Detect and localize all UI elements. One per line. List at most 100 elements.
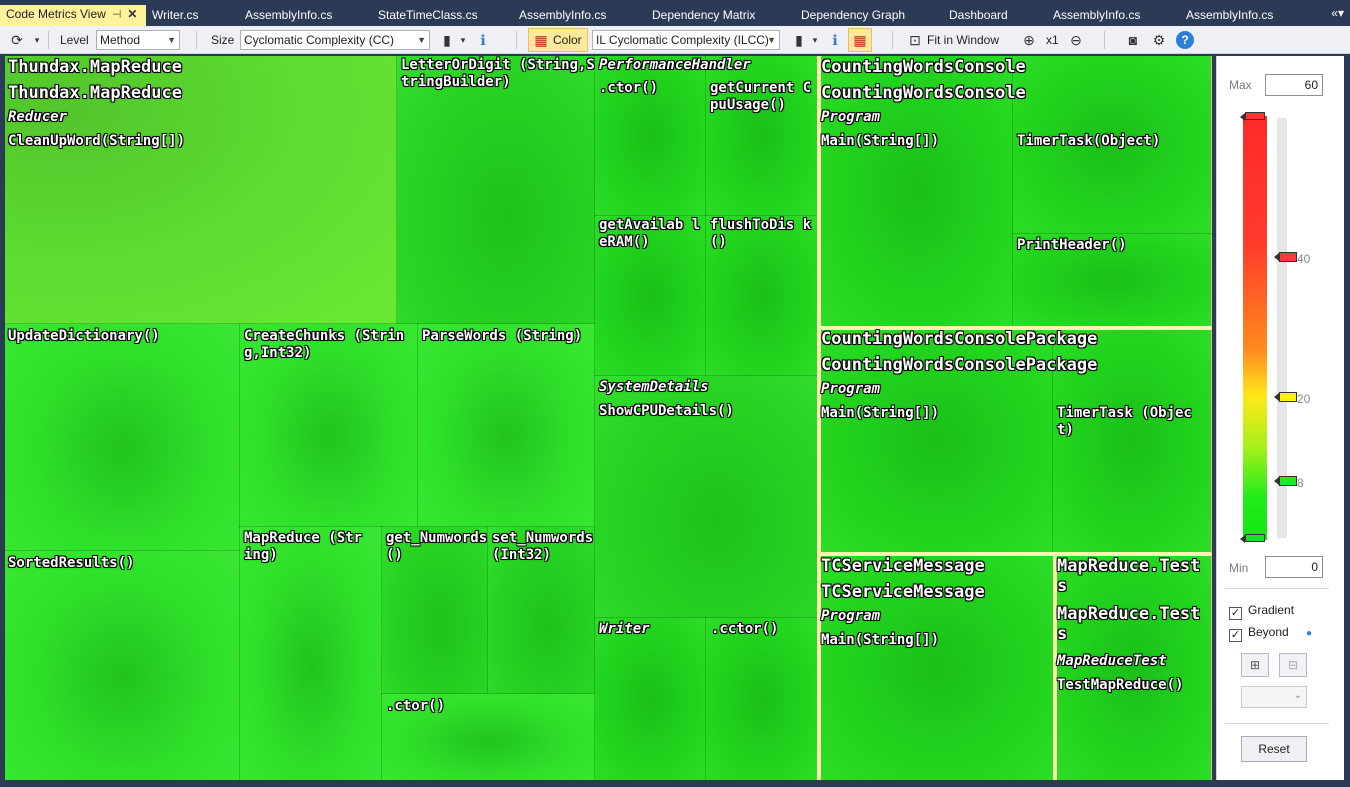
pin-icon[interactable]: ⊣: [112, 6, 122, 25]
tab-assemblyinfo-cs-4[interactable]: AssemblyInfo.cs: [1180, 6, 1273, 26]
method-label: set_Numwords(Int32): [492, 530, 594, 563]
treemap-cell-writer-cctor[interactable]: [705, 617, 818, 781]
refresh-icon[interactable]: ⟳: [8, 31, 26, 49]
tab-assemblyinfo-cs-3[interactable]: AssemblyInfo.cs: [1047, 6, 1140, 26]
tab-code-metrics-view[interactable]: Code Metrics View ⊣ ✕: [0, 5, 146, 26]
size-label: Size: [211, 33, 235, 47]
scale-tick-label: 40: [1297, 252, 1311, 266]
tab-label: Dashboard: [949, 8, 1008, 22]
assembly-label: MapReduce.Tests: [1057, 556, 1201, 596]
metrics-toolbar: ⟳ ▾ Level Method ▼ Size Cyclomatic Comple…: [0, 26, 1350, 54]
assembly-label: TCServiceMessage: [821, 556, 985, 576]
method-label: .ctor(): [386, 698, 446, 714]
method-label: UpdateDictionary(): [8, 328, 160, 344]
method-label: .cctor(): [711, 621, 779, 637]
min-label: Min: [1229, 561, 1249, 575]
help-icon[interactable]: ?: [1176, 31, 1194, 49]
camera-icon[interactable]: ◙: [1124, 31, 1142, 49]
class-label: Writer: [599, 621, 650, 637]
method-label: ParseWords (String): [422, 328, 583, 344]
tab-assemblyinfo-cs-1[interactable]: AssemblyInfo.cs: [239, 6, 332, 26]
beyond-checkbox[interactable]: ✓ Beyond ●: [1229, 625, 1312, 642]
method-label: TestMapReduce(): [1057, 677, 1184, 693]
min-marker-handle[interactable]: [1240, 534, 1265, 543]
max-input[interactable]: 60: [1265, 74, 1323, 96]
zoom-in-icon[interactable]: ⊕: [1020, 31, 1038, 49]
chevron-down-icon[interactable]: ▾: [806, 31, 824, 49]
reset-button[interactable]: Reset: [1241, 736, 1307, 762]
tab-label: Code Metrics View: [6, 7, 106, 21]
add-marker-button[interactable]: ⊞: [1241, 653, 1269, 677]
scale-marker-8[interactable]: [1274, 476, 1297, 486]
size-metric-value: Cyclomatic Complexity (CC): [244, 33, 395, 47]
gradient-checkbox[interactable]: ✓ Gradient: [1229, 603, 1294, 620]
treemap-cell-mapreduce[interactable]: [239, 526, 383, 781]
tab-dependency-matrix[interactable]: Dependency Matrix: [646, 6, 755, 26]
fit-window-icon[interactable]: ⊡: [906, 31, 924, 49]
toolbar-separator: [196, 31, 197, 49]
treemap-cell-parsewords[interactable]: [417, 323, 596, 528]
class-label: Program: [821, 608, 881, 624]
add-marker-icon: ⊞: [1249, 658, 1261, 672]
tab-label: AssemblyInfo.cs: [1186, 8, 1274, 22]
chevron-down-icon[interactable]: ▾: [28, 31, 46, 49]
fit-in-window-button[interactable]: Fit in Window: [927, 26, 999, 54]
treemap-cell-updatedictionary[interactable]: [4, 323, 241, 552]
chevron-down-icon: ⌄: [1293, 690, 1302, 701]
tab-label: Writer.cs: [152, 8, 199, 22]
scale-tick-label: 20: [1297, 392, 1311, 406]
gradient-label: Gradient: [1248, 603, 1295, 617]
method-label: TimerTask (Object): [1057, 405, 1192, 438]
overflow-chevron-icon[interactable]: «▾: [1331, 6, 1344, 20]
max-label: Max: [1229, 78, 1252, 92]
metric-help-icon[interactable]: ℹ: [826, 31, 844, 49]
zoom-level: x1: [1046, 33, 1059, 47]
tab-writer-cs[interactable]: Writer.cs: [146, 6, 198, 26]
class-label: Program: [821, 381, 881, 397]
chevron-down-icon: ▼: [767, 35, 776, 45]
close-icon[interactable]: ✕: [127, 5, 137, 24]
tab-label: Dependency Matrix: [652, 8, 756, 22]
treemap-cell-sortedresults[interactable]: [4, 550, 241, 781]
method-label: CreateChunks (String,Int32): [244, 328, 405, 361]
tab-statetimeclass-cs[interactable]: StateTimeClass.cs: [372, 6, 478, 26]
chevron-down-icon: ▼: [417, 35, 426, 45]
scale-marker-20[interactable]: [1274, 392, 1297, 402]
tab-assemblyinfo-cs-2[interactable]: AssemblyInfo.cs: [513, 6, 606, 26]
chevron-down-icon[interactable]: ▾: [454, 31, 472, 49]
tab-label: AssemblyInfo.cs: [245, 8, 333, 22]
namespace-label: Thundax.MapReduce: [8, 83, 182, 103]
gear-icon[interactable]: ⚙: [1150, 31, 1168, 49]
level-label: Level: [60, 33, 89, 47]
method-label: get_Numwords(): [386, 530, 488, 563]
class-label: MapReduceTest: [1057, 653, 1167, 669]
tab-label: Dependency Graph: [801, 8, 906, 22]
min-input[interactable]: 0: [1265, 556, 1323, 578]
method-label: flushToDis k(): [710, 217, 812, 250]
marker-color-select[interactable]: ⌄: [1241, 686, 1307, 708]
tab-dashboard[interactable]: Dashboard: [943, 6, 1008, 26]
assembly-label: CountingWordsConsole: [821, 57, 1026, 77]
treemap-cell-writer[interactable]: [594, 617, 707, 781]
zoom-out-icon[interactable]: ⊖: [1067, 31, 1085, 49]
size-metric-select[interactable]: Cyclomatic Complexity (CC) ▼: [240, 30, 430, 50]
max-marker-handle[interactable]: [1240, 112, 1265, 121]
checkmark-icon: ✓: [1229, 607, 1242, 620]
metric-help-icon[interactable]: ℹ: [474, 31, 492, 49]
treemap-cell-letterordigit[interactable]: [396, 55, 596, 325]
class-label: SystemDetails: [599, 379, 709, 395]
method-label: .ctor(): [599, 80, 659, 96]
toolbar-separator: [892, 31, 893, 49]
color-metric-select[interactable]: IL Cyclomatic Complexity (ILCC) ▼: [592, 30, 780, 50]
remove-marker-button[interactable]: ⊟: [1279, 653, 1307, 677]
level-select-value: Method: [100, 33, 141, 47]
tab-dependency-graph[interactable]: Dependency Graph: [795, 6, 905, 26]
info-icon[interactable]: ●: [1306, 628, 1312, 639]
panel-divider: [1225, 588, 1329, 589]
level-select[interactable]: Method ▼: [96, 30, 180, 50]
panel-divider: [1225, 723, 1329, 724]
scale-marker-40[interactable]: [1274, 252, 1297, 262]
namespace-label: MapReduce.Tests: [1057, 604, 1201, 644]
method-label: Main(String[]): [821, 632, 940, 648]
tab-label: AssemblyInfo.cs: [1053, 8, 1141, 22]
